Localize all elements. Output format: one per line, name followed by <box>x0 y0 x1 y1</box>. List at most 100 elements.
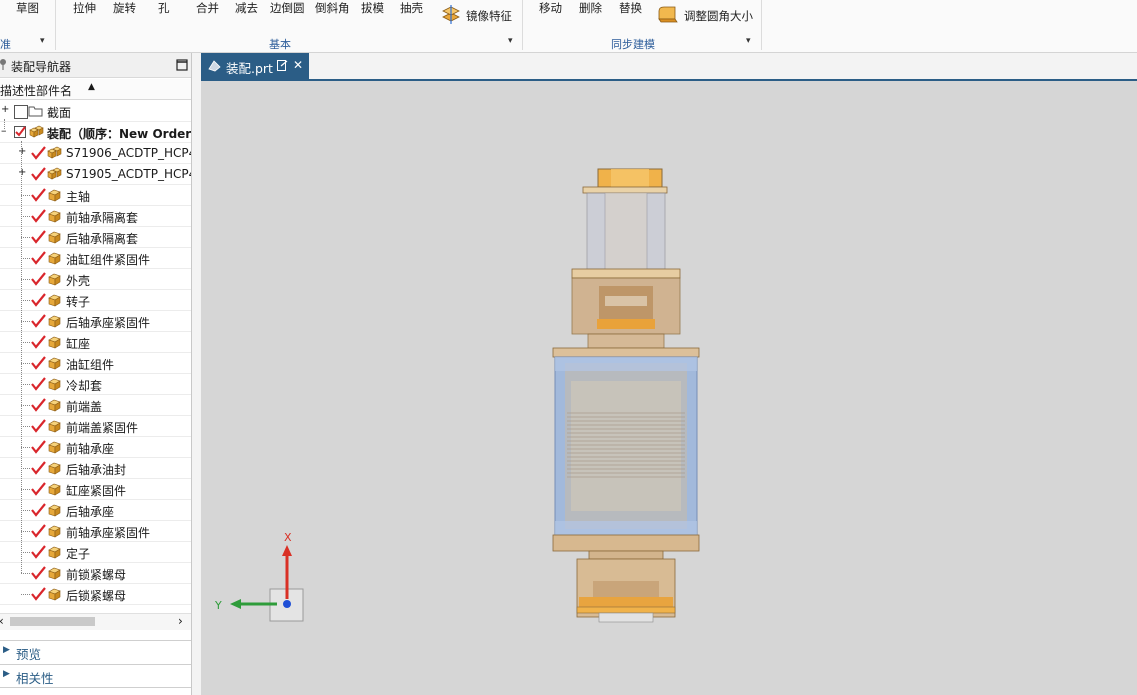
tree-node-section[interactable]: + 截面 <box>0 101 191 122</box>
tree-node-subassembly[interactable]: + S71906_ACDTP_HCP4H <box>0 143 191 164</box>
tree-node-part[interactable]: 后轴承油封 <box>0 458 191 479</box>
tree-node-part[interactable]: 前轴承座 <box>0 437 191 458</box>
tree-node-part[interactable]: 后锁紧螺母 <box>0 584 191 605</box>
visibility-checkbox[interactable] <box>14 105 28 119</box>
tree-node-part[interactable]: 油缸组件 <box>0 353 191 374</box>
tree-node-part[interactable]: 转子 <box>0 290 191 311</box>
spindle-assembly-model[interactable] <box>201 81 1137 695</box>
dependencies-panel-header[interactable]: ▶ 相关性 <box>0 664 191 688</box>
group-dropdown-basic[interactable]: ▾ <box>508 36 513 46</box>
scroll-left-arrow[interactable]: ‹ <box>0 614 4 628</box>
part-list: 主轴 前轴承隔离套后轴承隔离套 油缸组件紧固件外壳 转子 后轴承座紧固件缸座油缸组件 冷却… <box>0 185 191 605</box>
red-check-icon[interactable] <box>31 566 46 580</box>
visibility-checkbox-checked[interactable] <box>14 126 26 138</box>
horizontal-scrollbar[interactable]: ‹ › <box>0 613 191 630</box>
tree-node-subassembly[interactable]: + S71905_ACDTP_HCP4H <box>0 164 191 185</box>
tree-node-part[interactable]: 主轴 <box>0 185 191 206</box>
group-dropdown-sync[interactable]: ▾ <box>746 36 751 46</box>
tree-node-part[interactable]: 后轴承隔离套 <box>0 227 191 248</box>
tree-node-part[interactable]: 前轴承隔离套 <box>0 206 191 227</box>
expand-icon[interactable]: + <box>18 146 26 157</box>
tree-node-part[interactable]: 油缸组件紧固件 <box>0 248 191 269</box>
red-check-icon[interactable] <box>31 524 46 538</box>
red-check-icon[interactable] <box>31 188 46 202</box>
red-check-icon[interactable] <box>31 461 46 475</box>
red-check-icon[interactable] <box>31 587 46 601</box>
tree-connector <box>21 216 30 217</box>
scrollbar-thumb[interactable] <box>10 617 95 626</box>
tree-node-part[interactable]: 定子 <box>0 542 191 563</box>
red-check-icon[interactable] <box>31 209 46 223</box>
subtract-button[interactable]: 减去 <box>235 0 258 16</box>
tree-connector <box>21 489 30 490</box>
red-check-icon[interactable] <box>31 545 46 559</box>
pin-icon[interactable] <box>0 58 8 70</box>
chamfer-button[interactable]: 倒斜角 <box>315 0 350 16</box>
assembly-tree: + 截面 – 装配（顺序：New Order + S71906_ACDTP_HC… <box>0 101 191 605</box>
red-check-icon[interactable] <box>31 398 46 412</box>
red-check-icon[interactable] <box>31 440 46 454</box>
part-cube-icon <box>48 546 61 559</box>
maximize-icon[interactable] <box>176 59 188 71</box>
tree-node-part[interactable]: 外壳 <box>0 269 191 290</box>
part-cube-icon <box>48 252 61 265</box>
move-face-button[interactable]: 移动 <box>539 0 562 16</box>
red-check-icon[interactable] <box>31 146 46 160</box>
red-check-icon[interactable] <box>31 167 46 181</box>
unite-button[interactable]: 合并 <box>196 0 219 16</box>
preview-panel-header[interactable]: ▶ 预览 <box>0 640 191 663</box>
tree-node-label: 前轴承座 <box>66 442 115 456</box>
red-check-icon[interactable] <box>31 335 46 349</box>
red-check-icon[interactable] <box>31 314 46 328</box>
red-check-icon[interactable] <box>31 482 46 496</box>
part-cube-icon <box>48 588 61 601</box>
tree-node-part[interactable]: 冷却套 <box>0 374 191 395</box>
resize-blend-button[interactable]: 调整圆角大小 <box>684 8 753 24</box>
mirror-feature-button[interactable]: 镜像特征 <box>466 8 512 24</box>
sort-ascending-icon[interactable]: ▲ <box>88 82 95 92</box>
ribbon: 草图 准 ▾ 拉伸 旋转 孔 合并 减去 边倒圆 倒斜角 拔模 抽壳 镜像特征 … <box>0 0 1137 53</box>
column-header[interactable]: 描述性部件名 ▲ <box>0 79 191 100</box>
tree-node-part[interactable]: 后轴承座紧固件 <box>0 311 191 332</box>
tree-node-label: 缸座 <box>66 337 91 351</box>
tree-node-part[interactable]: 缸座 <box>0 332 191 353</box>
red-check-icon[interactable] <box>31 230 46 244</box>
tree-node-label: 后轴承隔离套 <box>66 232 139 246</box>
tree-node-part[interactable]: 前轴承座紧固件 <box>0 521 191 542</box>
tree-node-label: 缸座紧固件 <box>66 484 127 498</box>
tree-node-part[interactable]: 前锁紧螺母 <box>0 563 191 584</box>
tree-node-part[interactable]: 前端盖 <box>0 395 191 416</box>
tree-node-part[interactable]: 缸座紧固件 <box>0 479 191 500</box>
tree-node-assembly[interactable]: – 装配（顺序：New Order <box>0 122 191 143</box>
replace-face-button[interactable]: 替换 <box>619 0 642 16</box>
group-dropdown-left[interactable]: ▾ <box>40 36 45 46</box>
graphics-viewport[interactable]: X Y <box>201 81 1137 695</box>
part-cube-icon <box>48 210 61 223</box>
tab-assembly-prt[interactable]: 装配.prt ✕ <box>201 53 309 79</box>
red-check-icon[interactable] <box>31 251 46 265</box>
tree-node-part[interactable]: 后轴承座 <box>0 500 191 521</box>
shell-button[interactable]: 抽壳 <box>400 0 423 16</box>
tree-node-label: S71906_ACDTP_HCP4H <box>66 146 191 160</box>
extrude-button[interactable]: 拉伸 <box>73 0 96 16</box>
hole-button[interactable]: 孔 <box>158 0 170 16</box>
red-check-icon[interactable] <box>31 356 46 370</box>
delete-face-button[interactable]: 删除 <box>579 0 602 16</box>
tree-node-label: 油缸组件紧固件 <box>66 253 151 267</box>
red-check-icon[interactable] <box>31 419 46 433</box>
revolve-button[interactable]: 旋转 <box>113 0 136 16</box>
red-check-icon[interactable] <box>31 293 46 307</box>
expand-icon[interactable]: + <box>18 167 26 178</box>
part-cube-icon <box>48 294 61 307</box>
red-check-icon[interactable] <box>31 503 46 517</box>
scroll-right-arrow[interactable]: › <box>178 614 183 628</box>
tree-node-part[interactable]: 前端盖紧固件 <box>0 416 191 437</box>
navigator-title-bar: 装配导航器 <box>0 53 191 78</box>
tab-close-button[interactable]: ✕ <box>293 58 303 72</box>
draft-button[interactable]: 拔模 <box>361 0 384 16</box>
red-check-icon[interactable] <box>31 377 46 391</box>
edge-blend-button[interactable]: 边倒圆 <box>270 0 305 16</box>
red-check-icon[interactable] <box>31 272 46 286</box>
expand-icon[interactable]: + <box>1 104 9 115</box>
sketch-button[interactable]: 草图 <box>16 0 39 16</box>
